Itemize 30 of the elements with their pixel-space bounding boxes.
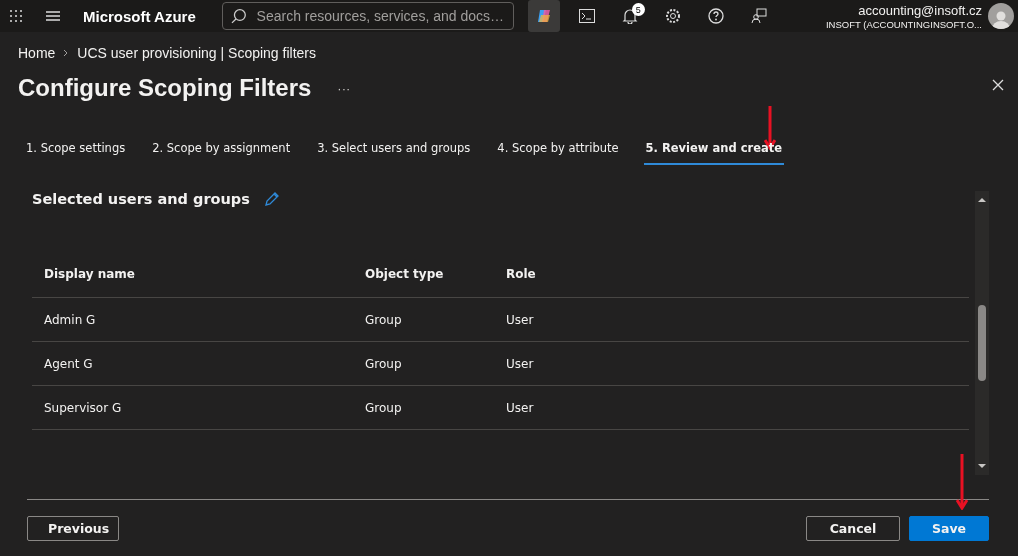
account-tenant: INSOFT (ACCOUNTINGINSOFT.O... — [825, 18, 982, 30]
table-cell: Group — [353, 385, 494, 430]
table-cell: Supervisor G — [32, 385, 353, 430]
search-field[interactable]: Search resources, services, and docs… — [221, 2, 514, 30]
account-email[interactable]: accounting@insoft.cz — [825, 2, 982, 18]
save-button[interactable]: Save — [909, 516, 989, 541]
breadcrumb-link[interactable]: Home — [18, 45, 56, 61]
column-header: Role — [494, 251, 969, 298]
section-heading: Selected users and groups — [32, 191, 250, 207]
breadcrumb-link[interactable]: UCS user provisioning | Scoping filters — [77, 45, 316, 61]
previous-button[interactable]: Previous — [27, 516, 119, 541]
table-cell: Agent G — [32, 341, 353, 386]
page-title: Configure Scoping Filters — [18, 74, 312, 102]
wizard-tab[interactable]: 2. Scope by assignment — [150, 133, 293, 165]
column-header: Display name — [32, 251, 353, 298]
notification-count: 5 — [631, 3, 645, 16]
table-cell: User — [494, 385, 969, 430]
table-cell: Group — [353, 341, 494, 386]
wizard-tab[interactable]: 4. Scope by attribute — [495, 133, 621, 165]
cancel-button[interactable]: Cancel — [806, 516, 900, 541]
wizard-tab[interactable]: 1. Scope settings — [24, 133, 128, 165]
table-cell: Admin G — [32, 297, 353, 342]
table-cell: User — [494, 341, 969, 386]
brand-name[interactable]: Microsoft Azure — [83, 7, 196, 25]
table-cell: User — [494, 297, 969, 342]
wizard-tab[interactable]: 3. Select users and groups — [315, 133, 473, 165]
column-header: Object type — [353, 251, 494, 298]
wizard-tab[interactable]: 5. Review and create — [643, 133, 785, 165]
more-options-button[interactable]: ··· — [337, 80, 351, 96]
table-cell: Group — [353, 297, 494, 342]
